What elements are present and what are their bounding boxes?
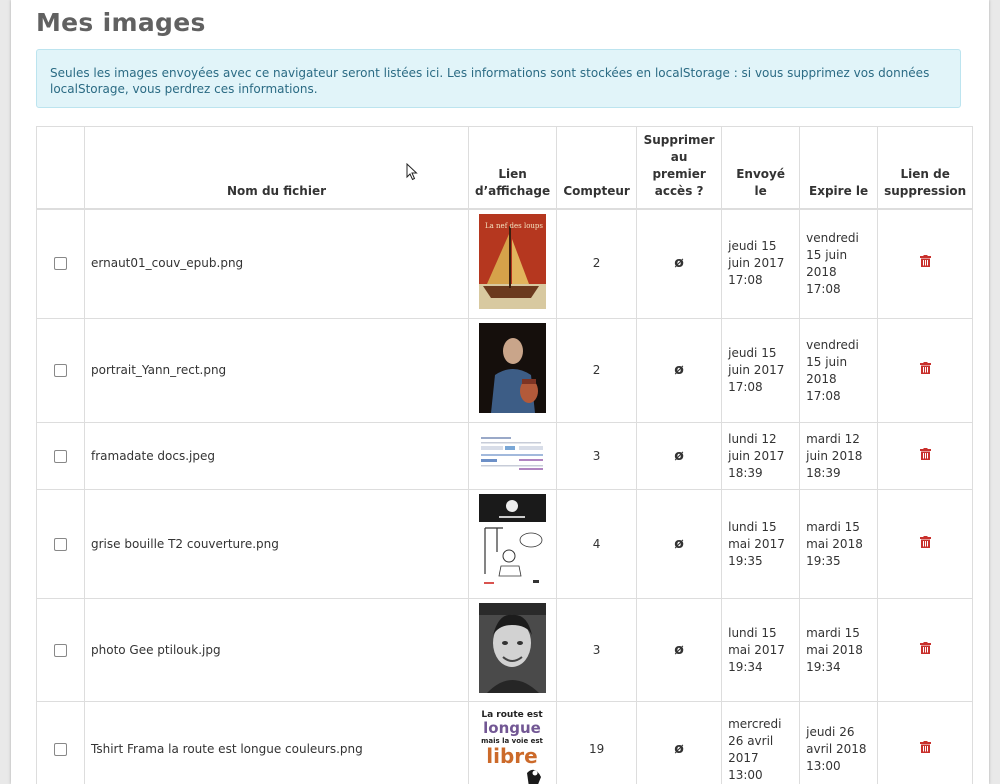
table-row: photo Gee ptilouk.jpg 3 ø lundi 15 mai 2…	[36, 598, 974, 702]
row-select-cell	[36, 208, 85, 319]
counter-value: 3	[556, 422, 638, 490]
delete-first-cell: ø	[636, 701, 723, 784]
row-checkbox[interactable]	[54, 643, 67, 657]
display-link-cell: La route est longue mais la voie est lib…	[467, 701, 558, 784]
display-link-cell	[467, 422, 558, 490]
no-icon: ø	[674, 447, 684, 464]
delete-link-cell	[877, 422, 974, 490]
sent-date: lundi 15 mai 2017 19:35	[721, 489, 801, 599]
expires-column-header[interactable]: Expire le	[799, 126, 879, 210]
file-name: ernaut01_couv_epub.png	[84, 208, 469, 319]
sent-date: mercredi 26 avril 2017 13:00	[721, 701, 801, 784]
trash-icon[interactable]	[919, 641, 931, 659]
page-title: Mes images	[36, 8, 206, 37]
sent-date: jeudi 15 juin 2017 17:08	[721, 318, 801, 423]
file-name: Tshirt Frama la route est longue couleur…	[84, 701, 469, 784]
file-name: portrait_Yann_rect.png	[84, 318, 469, 423]
table-row: ernaut01_couv_epub.png La nef des loups	[36, 208, 974, 319]
file-name: framadate docs.jpeg	[84, 422, 469, 490]
tshirt-line2: longue	[483, 719, 541, 737]
row-checkbox[interactable]	[54, 537, 67, 551]
expire-date: mardi 15 mai 2018 19:34	[799, 598, 879, 702]
document-screenshot-thumbnail[interactable]	[479, 434, 547, 478]
counter-value: 3	[556, 598, 638, 702]
link-column-header: Lien d’affichage	[467, 126, 558, 210]
delete-link-cell	[877, 489, 974, 599]
table-header-row: Nom du fichier Lien d’affichage Compteur…	[36, 126, 974, 210]
expire-date: vendredi 15 juin 2018 17:08	[799, 318, 879, 423]
table-row: portrait_Yann_rect.png 2 ø jeudi 15 juin…	[36, 318, 974, 423]
row-checkbox[interactable]	[54, 364, 67, 377]
delete-first-cell: ø	[636, 422, 723, 490]
delete-link-cell	[877, 318, 974, 423]
trash-icon[interactable]	[919, 362, 931, 379]
select-column-header	[36, 126, 85, 210]
no-icon: ø	[674, 362, 684, 378]
counter-value: 2	[556, 208, 638, 319]
portrait-thumbnail[interactable]	[479, 323, 547, 418]
book-cover-title: La nef des loups	[485, 222, 543, 230]
trash-icon[interactable]	[919, 535, 931, 553]
row-select-cell	[36, 489, 85, 599]
delete-first-cell: ø	[636, 208, 723, 319]
counter-value: 4	[556, 489, 638, 599]
counter-value: 19	[556, 701, 638, 784]
delete-first-cell: ø	[636, 489, 723, 599]
book-cover-thumbnail[interactable]: La nef des loups	[479, 213, 547, 314]
expire-date: mardi 15 mai 2018 19:35	[799, 489, 879, 599]
counter-value: 2	[556, 318, 638, 423]
comic-cover-thumbnail[interactable]	[479, 493, 547, 595]
delete-first-column-header: Supprimer au premier accès ?	[636, 126, 723, 210]
no-icon: ø	[674, 741, 684, 757]
expire-date: mardi 12 juin 2018 18:39	[799, 422, 879, 490]
delete-first-cell: ø	[636, 318, 723, 423]
expire-date: vendredi 15 juin 2018 17:08	[799, 208, 879, 319]
page-container: Mes images Seules les images envoyées av…	[11, 0, 989, 784]
trash-icon[interactable]	[919, 447, 931, 465]
no-icon: ø	[674, 641, 684, 658]
display-link-cell	[467, 489, 558, 599]
row-select-cell	[36, 598, 85, 702]
row-select-cell	[36, 318, 85, 423]
sent-date: jeudi 15 juin 2017 17:08	[721, 208, 801, 319]
row-checkbox[interactable]	[54, 743, 67, 756]
tshirt-design-thumbnail[interactable]: La route est longue mais la voie est lib…	[479, 707, 547, 784]
no-icon: ø	[674, 535, 684, 552]
delete-link-cell	[877, 208, 974, 319]
sent-column-header[interactable]: Envoyé le	[721, 126, 801, 210]
delete-link-cell	[877, 701, 974, 784]
trash-icon[interactable]	[919, 255, 931, 272]
images-table: Nom du fichier Lien d’affichage Compteur…	[36, 126, 974, 784]
delete-link-cell	[877, 598, 974, 702]
table-row: Tshirt Frama la route est longue couleur…	[36, 701, 974, 784]
delete-link-column-header: Lien de suppression	[877, 126, 974, 210]
file-name: photo Gee ptilouk.jpg	[84, 598, 469, 702]
display-link-cell	[467, 598, 558, 702]
row-select-cell	[36, 701, 85, 784]
bw-portrait-thumbnail[interactable]	[479, 602, 547, 698]
display-link-cell	[467, 318, 558, 423]
row-checkbox[interactable]	[54, 257, 67, 271]
file-name: grise bouille T2 couverture.png	[84, 489, 469, 599]
row-checkbox[interactable]	[54, 449, 67, 463]
sent-date: lundi 15 mai 2017 19:34	[721, 598, 801, 702]
mouse-pointer-icon	[406, 162, 418, 185]
table-row: framadate docs.jpeg 3 ø lundi 12 juin 20…	[36, 422, 974, 490]
table-row: grise bouille T2 couverture.png 4 ø lund…	[36, 489, 974, 599]
display-link-cell: La nef des loups	[467, 208, 558, 319]
sent-date: lundi 12 juin 2017 18:39	[721, 422, 801, 490]
no-icon: ø	[674, 255, 684, 272]
info-alert: Seules les images envoyées avec ce navig…	[36, 49, 961, 108]
trash-icon[interactable]	[919, 741, 931, 758]
expire-date: jeudi 26 avril 2018 13:00	[799, 701, 879, 784]
row-select-cell	[36, 422, 85, 490]
delete-first-cell: ø	[636, 598, 723, 702]
counter-column-header[interactable]: Compteur	[556, 126, 638, 210]
tshirt-line4: libre	[486, 744, 537, 768]
